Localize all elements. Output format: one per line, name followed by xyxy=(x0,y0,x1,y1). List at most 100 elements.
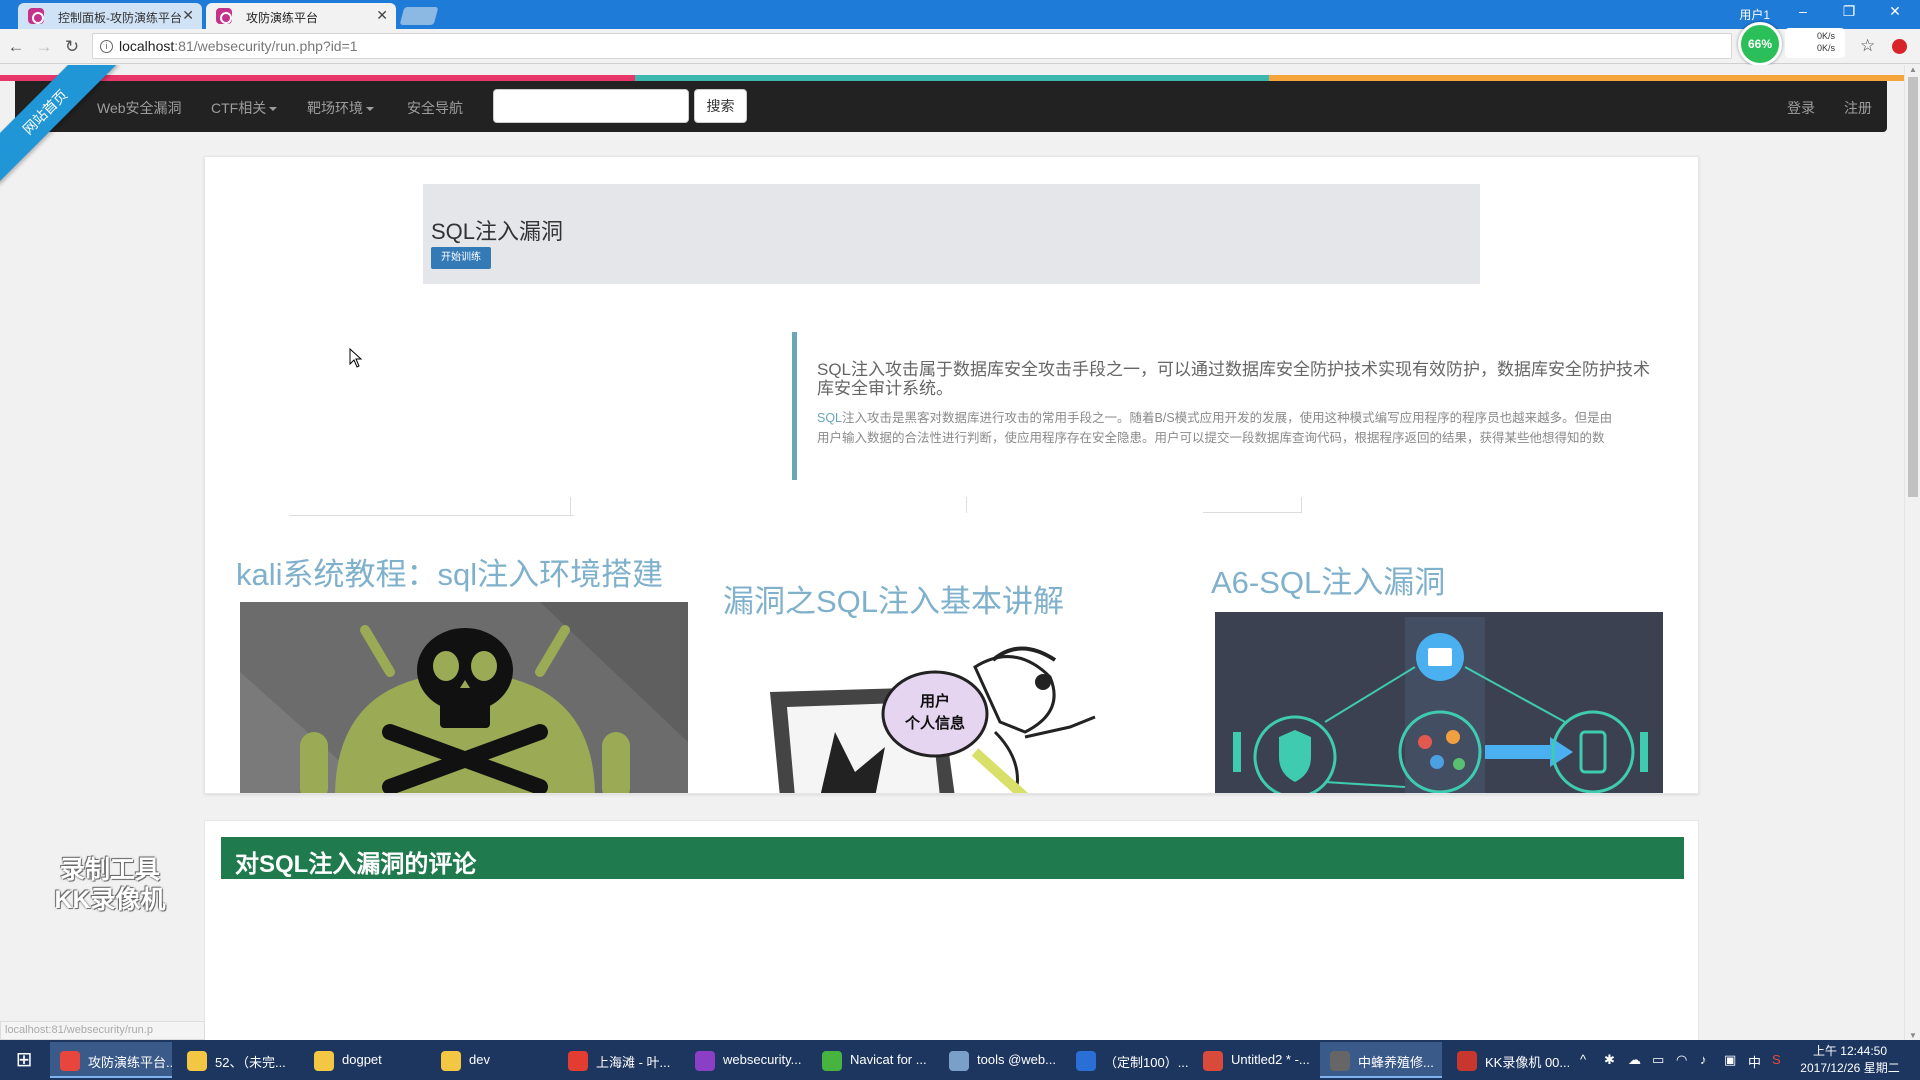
page-scrollbar[interactable]: ▲ ▼ xyxy=(1904,65,1920,1040)
site-navbar: Web安全漏洞 CTF相关 靶场环境 安全导航 搜索 登录 注册 xyxy=(15,81,1887,132)
taskbar-item-label: 攻防演练平台... xyxy=(88,1055,172,1070)
url-path: :81/websecurity/run.php?id=1 xyxy=(174,38,358,54)
taskbar-item-label: dev xyxy=(469,1052,490,1067)
taskbar-item[interactable]: Navicat for ... xyxy=(812,1042,934,1078)
close-tab-icon[interactable]: ✕ xyxy=(182,7,194,24)
folder-icon xyxy=(441,1051,461,1071)
security-flow-diagram-image[interactable] xyxy=(1215,612,1663,793)
nav-web-security[interactable]: Web安全漏洞 xyxy=(97,98,182,118)
scrollbar-thumb[interactable] xyxy=(1908,77,1918,497)
address-bar[interactable]: i localhost:81/websecurity/run.php?id=1 xyxy=(92,33,1732,59)
login-link[interactable]: 登录 xyxy=(1787,98,1815,118)
sogou-ime-icon[interactable]: S xyxy=(1772,1052,1781,1067)
memory-optimizer-ball[interactable]: 66% xyxy=(1738,22,1782,66)
taskbar-item[interactable]: dogpet xyxy=(304,1042,426,1078)
ime-indicator[interactable]: 中 xyxy=(1748,1052,1761,1071)
tray-expand-icon[interactable]: ^ xyxy=(1580,1052,1586,1067)
taskbar-item-label: 52、（未完... xyxy=(215,1055,286,1070)
forward-arrow-icon[interactable]: → xyxy=(32,35,56,59)
extension-icon[interactable] xyxy=(1892,39,1907,54)
taskbar-item-label: （定制100）... xyxy=(1104,1055,1188,1070)
image-viewer-icon xyxy=(1330,1051,1350,1071)
window-close-icon[interactable]: ✕ xyxy=(1884,3,1906,23)
mouse-cursor-icon xyxy=(349,348,363,368)
register-link[interactable]: 注册 xyxy=(1844,98,1872,118)
battery-icon[interactable]: ▭ xyxy=(1652,1052,1664,1068)
cartoon-thief-image[interactable]: 用户 个人信息 xyxy=(725,632,1165,793)
reload-icon[interactable]: ↻ xyxy=(60,35,84,59)
comments-panel: 对SQL注入漏洞的评论 xyxy=(204,820,1699,1040)
wifi-icon[interactable]: ◠ xyxy=(1676,1052,1687,1068)
taskbar-item[interactable]: dev xyxy=(431,1042,553,1078)
scroll-down-icon[interactable]: ▼ xyxy=(1908,1031,1918,1040)
browser-tab-bar: 控制面板-攻防演练平台 ✕ 攻防演练平台 ✕ 用户1 – ❐ ✕ xyxy=(0,0,1920,29)
image-text-personal-info: 个人信息 xyxy=(904,714,965,732)
start-training-button[interactable]: 开始训练 xyxy=(431,247,491,269)
taskbar-item[interactable]: 中蜂养殖修... xyxy=(1320,1042,1442,1078)
android-skull-image[interactable] xyxy=(240,602,688,793)
ssh-tool-icon xyxy=(949,1051,969,1071)
chrome-icon xyxy=(60,1051,80,1071)
search-button[interactable]: 搜索 xyxy=(694,89,747,123)
tray-security-icon[interactable]: ▣ xyxy=(1724,1052,1736,1068)
nav-label: Web安全漏洞 xyxy=(97,100,182,116)
taskbar-item-label: 上海滩 - 叶... xyxy=(596,1055,671,1070)
taskbar-item[interactable]: 攻防演练平台... xyxy=(50,1042,172,1078)
tab-title: 攻防演练平台 xyxy=(246,11,319,25)
taskbar-item[interactable]: KK录像机 00... xyxy=(1447,1042,1569,1078)
divider xyxy=(966,497,967,513)
system-clock[interactable]: 上午 12:44:50 2017/12/26 星期二 xyxy=(1800,1043,1900,1077)
upload-speed: 0K/s xyxy=(1816,31,1835,41)
card-title-sql-basics[interactable]: 漏洞之SQL注入基本讲解 xyxy=(723,576,1064,621)
restore-icon[interactable]: ❐ xyxy=(1838,3,1860,23)
divider xyxy=(570,497,571,516)
intro-accent: SQL xyxy=(817,411,843,425)
article-panel: SQL注入漏洞 开始训练 SQL注入攻击属于数据库安全攻击手段之一，可以通过数据… xyxy=(204,156,1699,794)
pen-app-icon xyxy=(1203,1051,1223,1071)
nav-security-guide[interactable]: 安全导航 xyxy=(407,98,463,118)
watermark-line: KK录像机 xyxy=(54,886,166,914)
site-favicon-icon xyxy=(216,8,232,24)
page-title: SQL注入漏洞 xyxy=(431,219,564,244)
nav-range-dropdown[interactable]: 靶场环境 xyxy=(307,98,374,118)
volume-icon[interactable]: ♪ xyxy=(1700,1052,1707,1067)
card-title-kali[interactable]: kali系统教程：sql注入环境搭建 xyxy=(236,549,663,594)
card-title-a6[interactable]: A6-SQL注入漏洞 xyxy=(1211,557,1445,602)
document-icon xyxy=(1076,1051,1096,1071)
taskbar-item[interactable]: tools @web... xyxy=(939,1042,1061,1078)
taskbar-item[interactable]: 52、（未完... xyxy=(177,1042,299,1078)
taskbar-item-label: KK录像机 00... xyxy=(1485,1055,1569,1070)
divider xyxy=(289,515,574,516)
minimize-icon[interactable]: – xyxy=(1792,3,1814,23)
caret-down-icon xyxy=(269,107,278,112)
scroll-up-icon[interactable]: ▲ xyxy=(1908,65,1918,74)
tab-title: 控制面板-攻防演练平台 xyxy=(58,11,182,25)
tray-app-icon[interactable]: ☁ xyxy=(1628,1052,1641,1068)
windows-taskbar: ⊞ 攻防演练平台... 52、（未完... dogpet dev 上海滩 - 叶... w… xyxy=(0,1040,1920,1080)
recorder-watermark: 录制工具 KK录像机 xyxy=(40,855,180,915)
bookmark-star-icon[interactable]: ☆ xyxy=(1860,36,1875,56)
profile-user-label[interactable]: 用户1 xyxy=(1739,6,1770,23)
nav-ctf-dropdown[interactable]: CTF相关 xyxy=(211,98,278,118)
new-tab-button[interactable] xyxy=(399,7,439,25)
back-arrow-icon[interactable]: ← xyxy=(4,35,28,59)
intro-lead-line: 库安全审计系统。 xyxy=(817,379,953,398)
browser-tab-platform[interactable]: 攻防演练平台 ✕ xyxy=(206,3,396,29)
windows-start-icon[interactable]: ⊞ xyxy=(0,1040,48,1080)
music-player-icon xyxy=(568,1051,588,1071)
intro-lead-line: SQL注入攻击属于数据库安全攻击手段之一，可以通过数据库安全防护技术实现有效防护… xyxy=(817,360,1651,379)
taskbar-item-label: dogpet xyxy=(342,1052,382,1067)
taskbar-item[interactable]: （定制100）... xyxy=(1066,1042,1188,1078)
nav-label: 安全导航 xyxy=(407,100,463,116)
browser-tab-control-panel[interactable]: 控制面板-攻防演练平台 ✕ xyxy=(18,3,202,29)
watermark-line: 录制工具 xyxy=(59,856,160,884)
site-info-icon[interactable]: i xyxy=(100,40,113,53)
taskbar-item[interactable]: 上海滩 - 叶... xyxy=(558,1042,680,1078)
bluetooth-icon[interactable]: ✱ xyxy=(1604,1052,1615,1068)
taskbar-item[interactable]: Untitled2 * -... xyxy=(1193,1042,1315,1078)
search-input[interactable] xyxy=(493,89,689,123)
recorder-icon xyxy=(1457,1051,1477,1071)
close-tab-icon[interactable]: ✕ xyxy=(376,7,388,24)
taskbar-item[interactable]: websecurity... xyxy=(685,1042,807,1078)
clock-date: 2017/12/26 星期二 xyxy=(1800,1061,1900,1075)
